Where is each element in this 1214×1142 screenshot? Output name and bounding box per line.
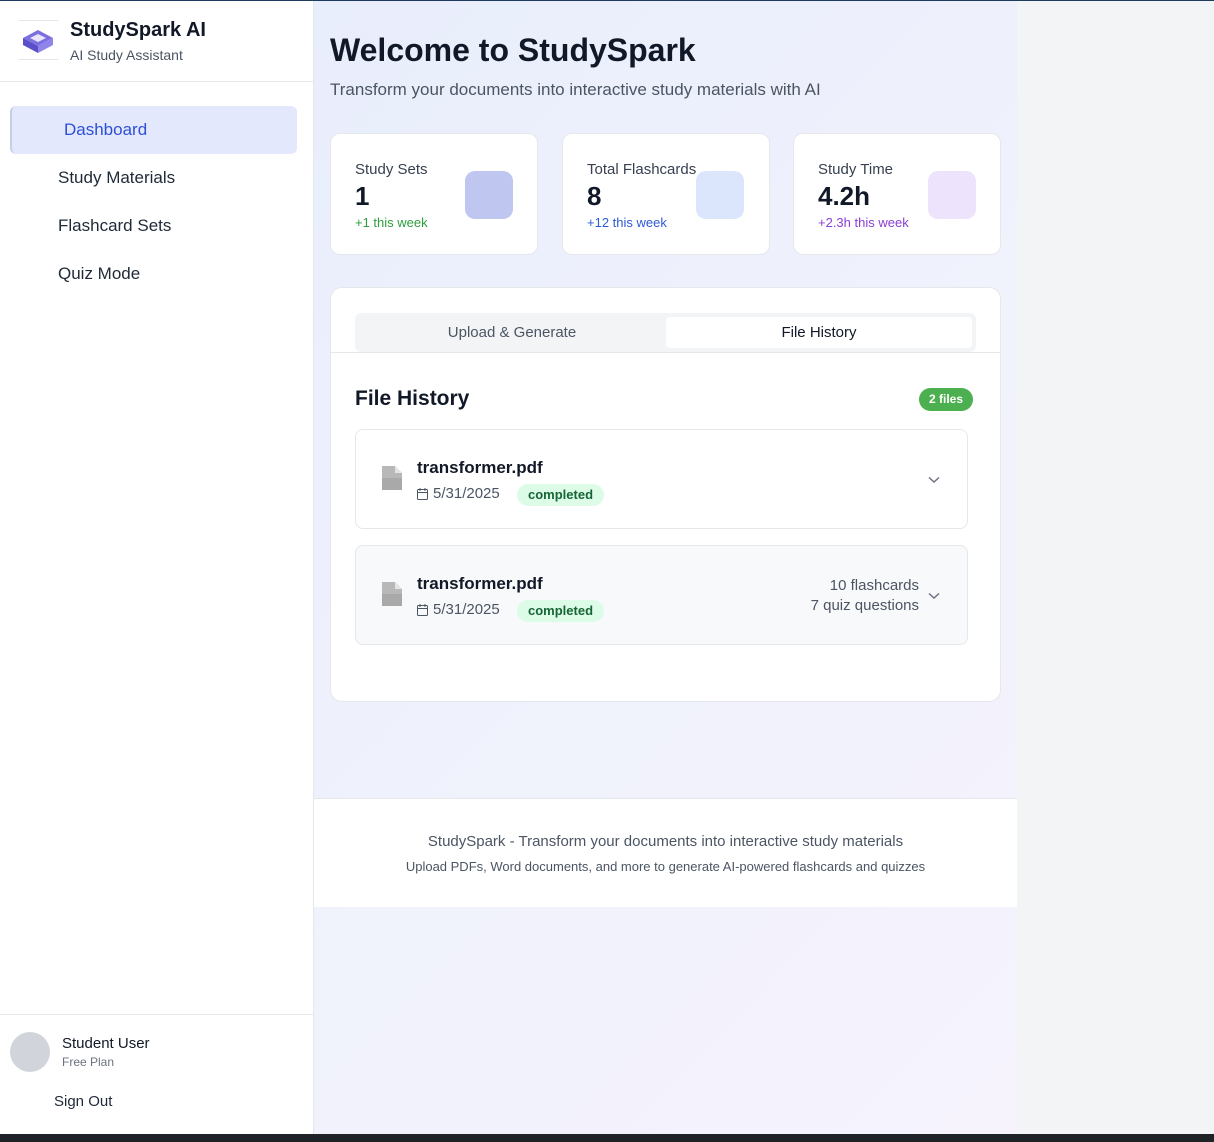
stat-icon-box [465, 171, 513, 219]
sidebar-item-flashcard-sets[interactable]: Flashcard Sets [10, 202, 297, 250]
brand-subtitle: AI Study Assistant [70, 47, 183, 63]
stat-value: 4.2h [818, 181, 871, 211]
quiz-count: 7 quiz questions [810, 597, 919, 614]
file-name: transformer.pdf [417, 574, 543, 593]
stat-value: 8 [587, 181, 602, 211]
user-panel: Student User Free Plan Sign Out [0, 1014, 313, 1134]
file-counts: 10 flashcards 7 quiz questions [811, 576, 919, 616]
stat-change: +12 this week [587, 215, 667, 230]
stat-icon-box [928, 171, 976, 219]
user-name: Student User [62, 1035, 150, 1052]
window-top-border [0, 0, 1214, 1]
file-history-item[interactable]: transformer.pdf 5/31/2025 completed 10 f… [355, 545, 968, 645]
sidebar-nav: Dashboard Study Materials Flashcard Sets… [10, 106, 297, 298]
brand-header: StudySpark AI AI Study Assistant [0, 0, 313, 82]
file-history-item[interactable]: transformer.pdf 5/31/2025 completed [355, 429, 968, 529]
calendar-icon [417, 487, 428, 504]
page-subtitle: Transform your documents into interactiv… [330, 80, 821, 99]
chevron-down-icon[interactable] [928, 587, 940, 605]
file-date: 5/31/2025 [433, 601, 500, 618]
flashcard-count: 10 flashcards [829, 577, 919, 594]
footer-tagline: StudySpark - Transform your documents in… [427, 833, 904, 850]
footer: StudySpark - Transform your documents in… [314, 798, 1017, 907]
stat-change: +1 this week [355, 215, 428, 230]
right-empty-pane [1017, 0, 1214, 1134]
stat-value: 1 [355, 181, 370, 211]
avatar[interactable] [10, 1032, 50, 1072]
stat-icon-box [696, 171, 744, 219]
window-bottom-bar [0, 1134, 1214, 1142]
stat-label: Study Sets [355, 161, 428, 178]
tab-upload-generate[interactable]: Upload & Generate [359, 317, 665, 348]
upload-history-panel: Upload & Generate File History File Hist… [330, 287, 1001, 702]
stat-card-study-sets: Study Sets 1 +1 this week [330, 133, 538, 255]
tab-bar: Upload & Generate File History [355, 313, 976, 352]
divider [331, 352, 1000, 353]
page-title: Welcome to StudySpark [330, 32, 696, 68]
calendar-icon [417, 603, 428, 620]
user-plan: Free Plan [62, 1055, 115, 1069]
file-date: 5/31/2025 [433, 485, 500, 502]
file-count-badge: 2 files [919, 388, 974, 411]
tab-file-history[interactable]: File History [666, 317, 972, 348]
stat-label: Total Flashcards [587, 161, 697, 178]
main-content: Welcome to StudySpark Transform your doc… [314, 0, 1017, 1134]
status-badge: completed [517, 484, 605, 506]
footer-description: Upload PDFs, Word documents, and more to… [405, 859, 926, 874]
sign-out-button[interactable]: Sign Out [54, 1093, 112, 1110]
file-icon [382, 582, 402, 611]
sidebar-item-quiz-mode[interactable]: Quiz Mode [10, 250, 297, 298]
sidebar-item-study-materials[interactable]: Study Materials [10, 154, 297, 202]
sidebar: StudySpark AI AI Study Assistant Dashboa… [0, 0, 314, 1134]
sidebar-item-dashboard[interactable]: Dashboard [10, 106, 297, 154]
chevron-down-icon[interactable] [928, 471, 940, 489]
stat-card-study-time: Study Time 4.2h +2.3h this week [793, 133, 1001, 255]
file-icon [382, 466, 402, 495]
stat-card-total-flashcards: Total Flashcards 8 +12 this week [562, 133, 770, 255]
file-name: transformer.pdf [417, 458, 543, 477]
layers-icon [18, 20, 58, 60]
file-history-title: File History [355, 387, 470, 410]
stat-label: Study Time [818, 161, 894, 178]
stat-change: +2.3h this week [818, 215, 909, 230]
brand-title: StudySpark AI [70, 19, 206, 41]
status-badge: completed [517, 600, 605, 622]
